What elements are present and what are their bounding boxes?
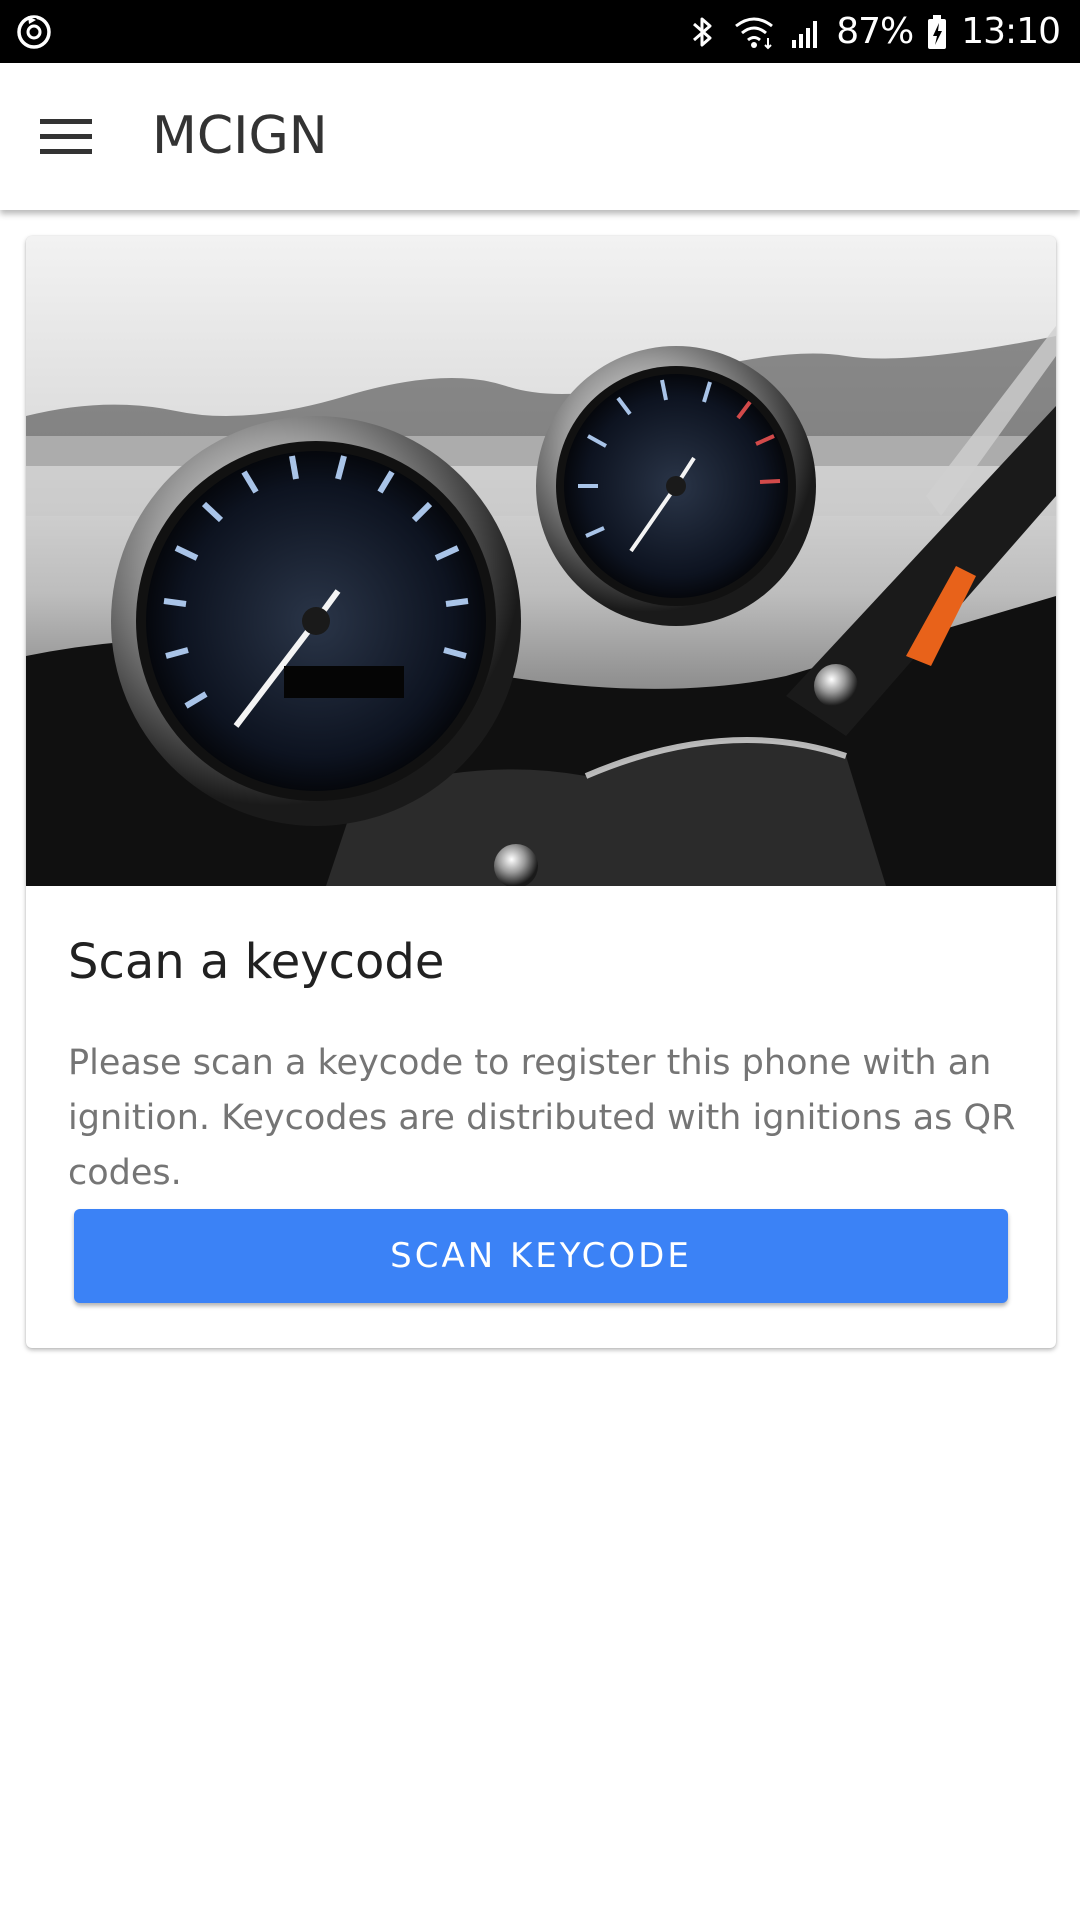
- app-bar: MCIGN: [0, 63, 1080, 210]
- menu-button[interactable]: [26, 103, 106, 171]
- scan-keycode-card: Scan a keycode Please scan a keycode to …: [26, 236, 1056, 1348]
- wifi-icon: [735, 17, 774, 49]
- card-title: Scan a keycode: [68, 934, 445, 990]
- speedometer-image: [26, 236, 1056, 886]
- bluetooth-icon: [693, 17, 712, 46]
- battery-charging-icon: [928, 14, 947, 49]
- sync-icon: [17, 15, 51, 49]
- app-title: MCIGN: [152, 106, 328, 166]
- status-bar: 87% 13:10: [0, 0, 1080, 63]
- battery-percent: 87%: [836, 11, 914, 52]
- hamburger-menu-icon: [40, 119, 92, 154]
- signal-icon: [792, 20, 818, 48]
- card-description: Please scan a keycode to register this p…: [68, 1043, 1016, 1193]
- scan-keycode-button[interactable]: SCAN KEYCODE: [74, 1209, 1008, 1303]
- clock: 13:10: [961, 11, 1061, 52]
- status-icons: 87% 13:10: [684, 0, 1061, 63]
